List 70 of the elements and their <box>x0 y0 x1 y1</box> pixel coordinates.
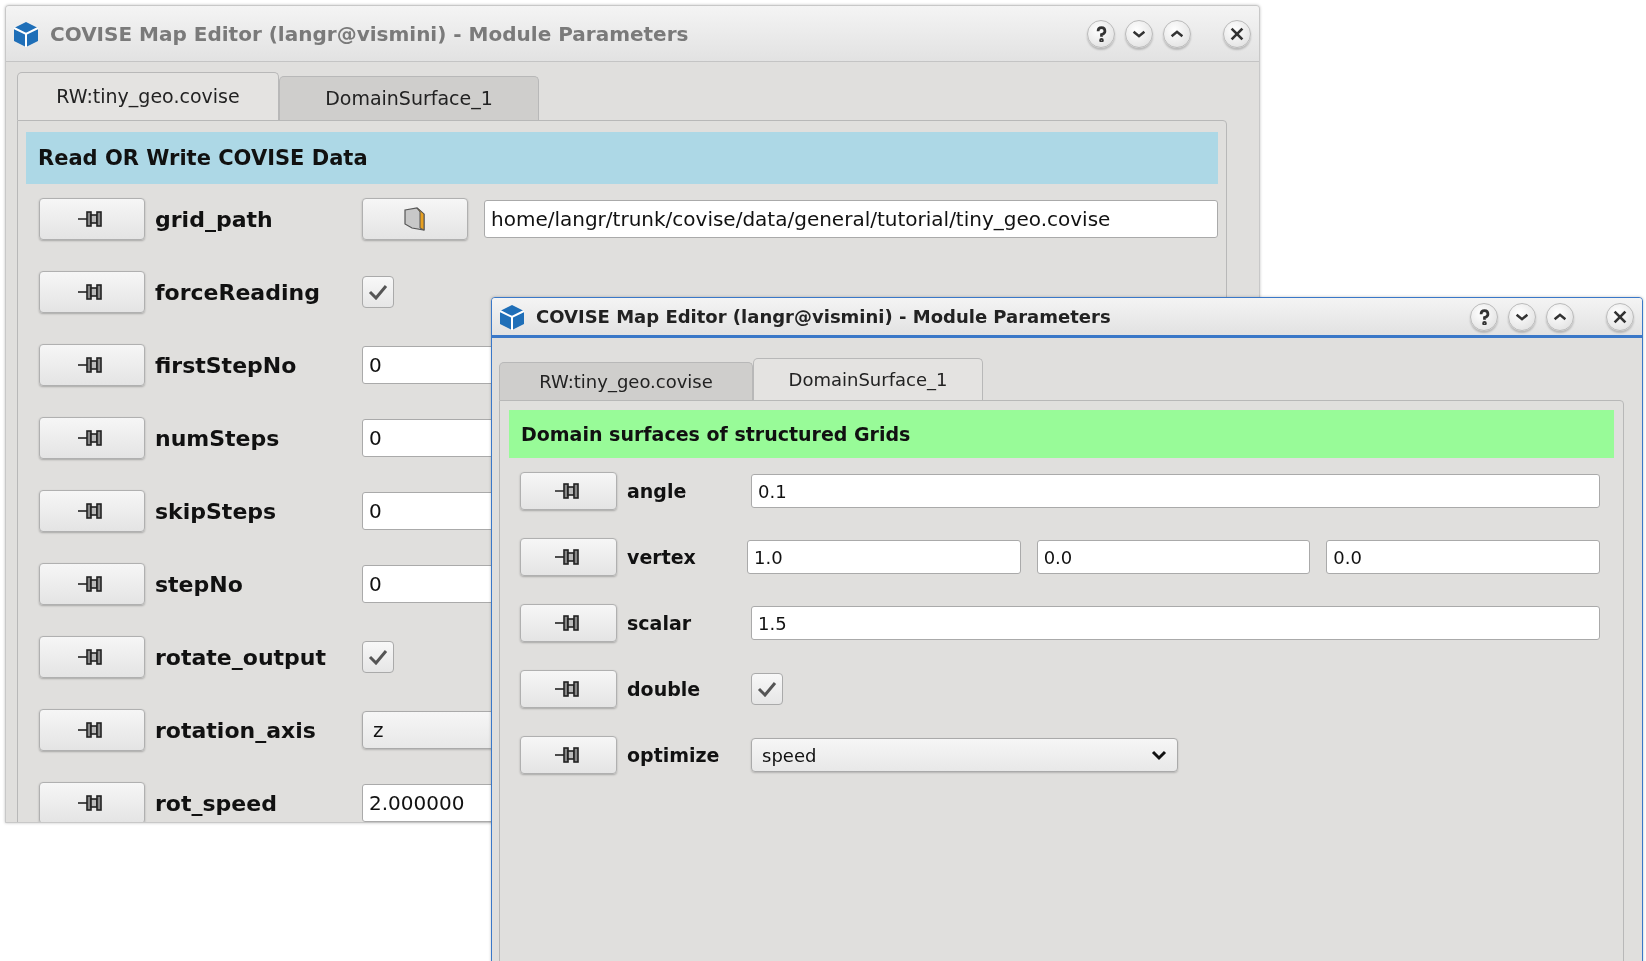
check-icon <box>368 649 388 665</box>
dropdown[interactable]: speed <box>751 738 1178 772</box>
parameter-label: scalar <box>627 612 693 634</box>
parameter-label: rotate_output <box>155 644 327 670</box>
cube-icon <box>498 302 526 331</box>
check-icon <box>368 284 388 300</box>
value-field[interactable]: 1.5 <box>751 606 1600 640</box>
parameter-label: grid_path <box>155 206 274 232</box>
pin-button[interactable] <box>39 490 145 532</box>
folder-icon <box>402 206 428 232</box>
module-header: Read OR Write COVISE Data <box>26 132 1218 184</box>
parameter-label: angle <box>627 480 688 502</box>
value-field[interactable]: 0.0 <box>1036 540 1311 574</box>
checkbox[interactable] <box>751 673 783 705</box>
window-title: COVISE Map Editor (langr@vismini) - Module Parameters <box>536 306 1112 327</box>
browse-button[interactable] <box>362 198 468 240</box>
pin-button[interactable] <box>520 736 617 774</box>
close-icon <box>1613 309 1627 324</box>
parameter-label: double <box>627 678 702 700</box>
pin-button[interactable] <box>39 782 145 822</box>
window-title: COVISE Map Editor (langr@vismini) - Module Parameters <box>50 21 690 46</box>
parameter-label: optimize <box>627 744 721 766</box>
parameter-label: forceReading <box>155 279 321 305</box>
parameter-label: skipSteps <box>155 498 278 524</box>
chevron-up-icon <box>1170 29 1184 38</box>
checkbox[interactable] <box>362 641 394 673</box>
parameter-label: firstStepNo <box>155 352 298 378</box>
pin-button[interactable] <box>39 198 145 240</box>
pin-button[interactable] <box>520 472 617 510</box>
tab[interactable]: DomainSurface_1 <box>279 76 539 120</box>
maximize-button[interactable] <box>1546 302 1574 331</box>
caret-icon <box>1151 749 1167 761</box>
close-button[interactable] <box>1606 302 1634 331</box>
close-icon <box>1230 26 1244 41</box>
help-button[interactable] <box>1470 302 1498 331</box>
help-icon <box>1095 25 1107 42</box>
pin-button[interactable] <box>520 538 617 576</box>
pin-button[interactable] <box>39 709 145 751</box>
checkbox[interactable] <box>362 276 394 308</box>
module-header: Domain surfaces of structured Grids <box>509 410 1614 458</box>
maximize-button[interactable] <box>1163 19 1191 48</box>
minimize-button[interactable] <box>1508 302 1536 331</box>
cube-icon <box>12 19 40 48</box>
help-button[interactable] <box>1087 19 1115 48</box>
chevron-up-icon <box>1553 312 1567 321</box>
pin-button[interactable] <box>520 604 617 642</box>
pin-button[interactable] <box>39 563 145 605</box>
check-icon <box>757 681 777 697</box>
parameter-label: vertex <box>627 546 697 568</box>
value-field[interactable]: 0.0 <box>1326 540 1600 574</box>
path-field[interactable]: home/langr/trunk/covise/data/general/tutorial/tiny_geo.covise <box>484 200 1218 238</box>
pin-button[interactable] <box>39 636 145 678</box>
minimize-button[interactable] <box>1125 19 1153 48</box>
pin-button[interactable] <box>39 344 145 386</box>
tab[interactable]: RW:tiny_geo.covise <box>17 72 279 120</box>
parameter-label: stepNo <box>155 571 244 597</box>
pin-button[interactable] <box>520 670 617 708</box>
chevron-down-icon <box>1515 312 1529 321</box>
value-field[interactable]: 0.1 <box>751 474 1600 508</box>
tab[interactable]: RW:tiny_geo.covise <box>499 362 753 400</box>
close-button[interactable] <box>1223 19 1251 48</box>
chevron-down-icon <box>1132 29 1146 38</box>
parameter-label: numSteps <box>155 425 281 451</box>
pin-button[interactable] <box>39 271 145 313</box>
parameter-label: rotation_axis <box>155 717 317 743</box>
help-icon <box>1478 308 1490 325</box>
value-field[interactable]: 1.0 <box>747 540 1021 574</box>
parameter-label: rot_speed <box>155 790 278 816</box>
pin-button[interactable] <box>39 417 145 459</box>
tab[interactable]: DomainSurface_1 <box>753 358 983 400</box>
